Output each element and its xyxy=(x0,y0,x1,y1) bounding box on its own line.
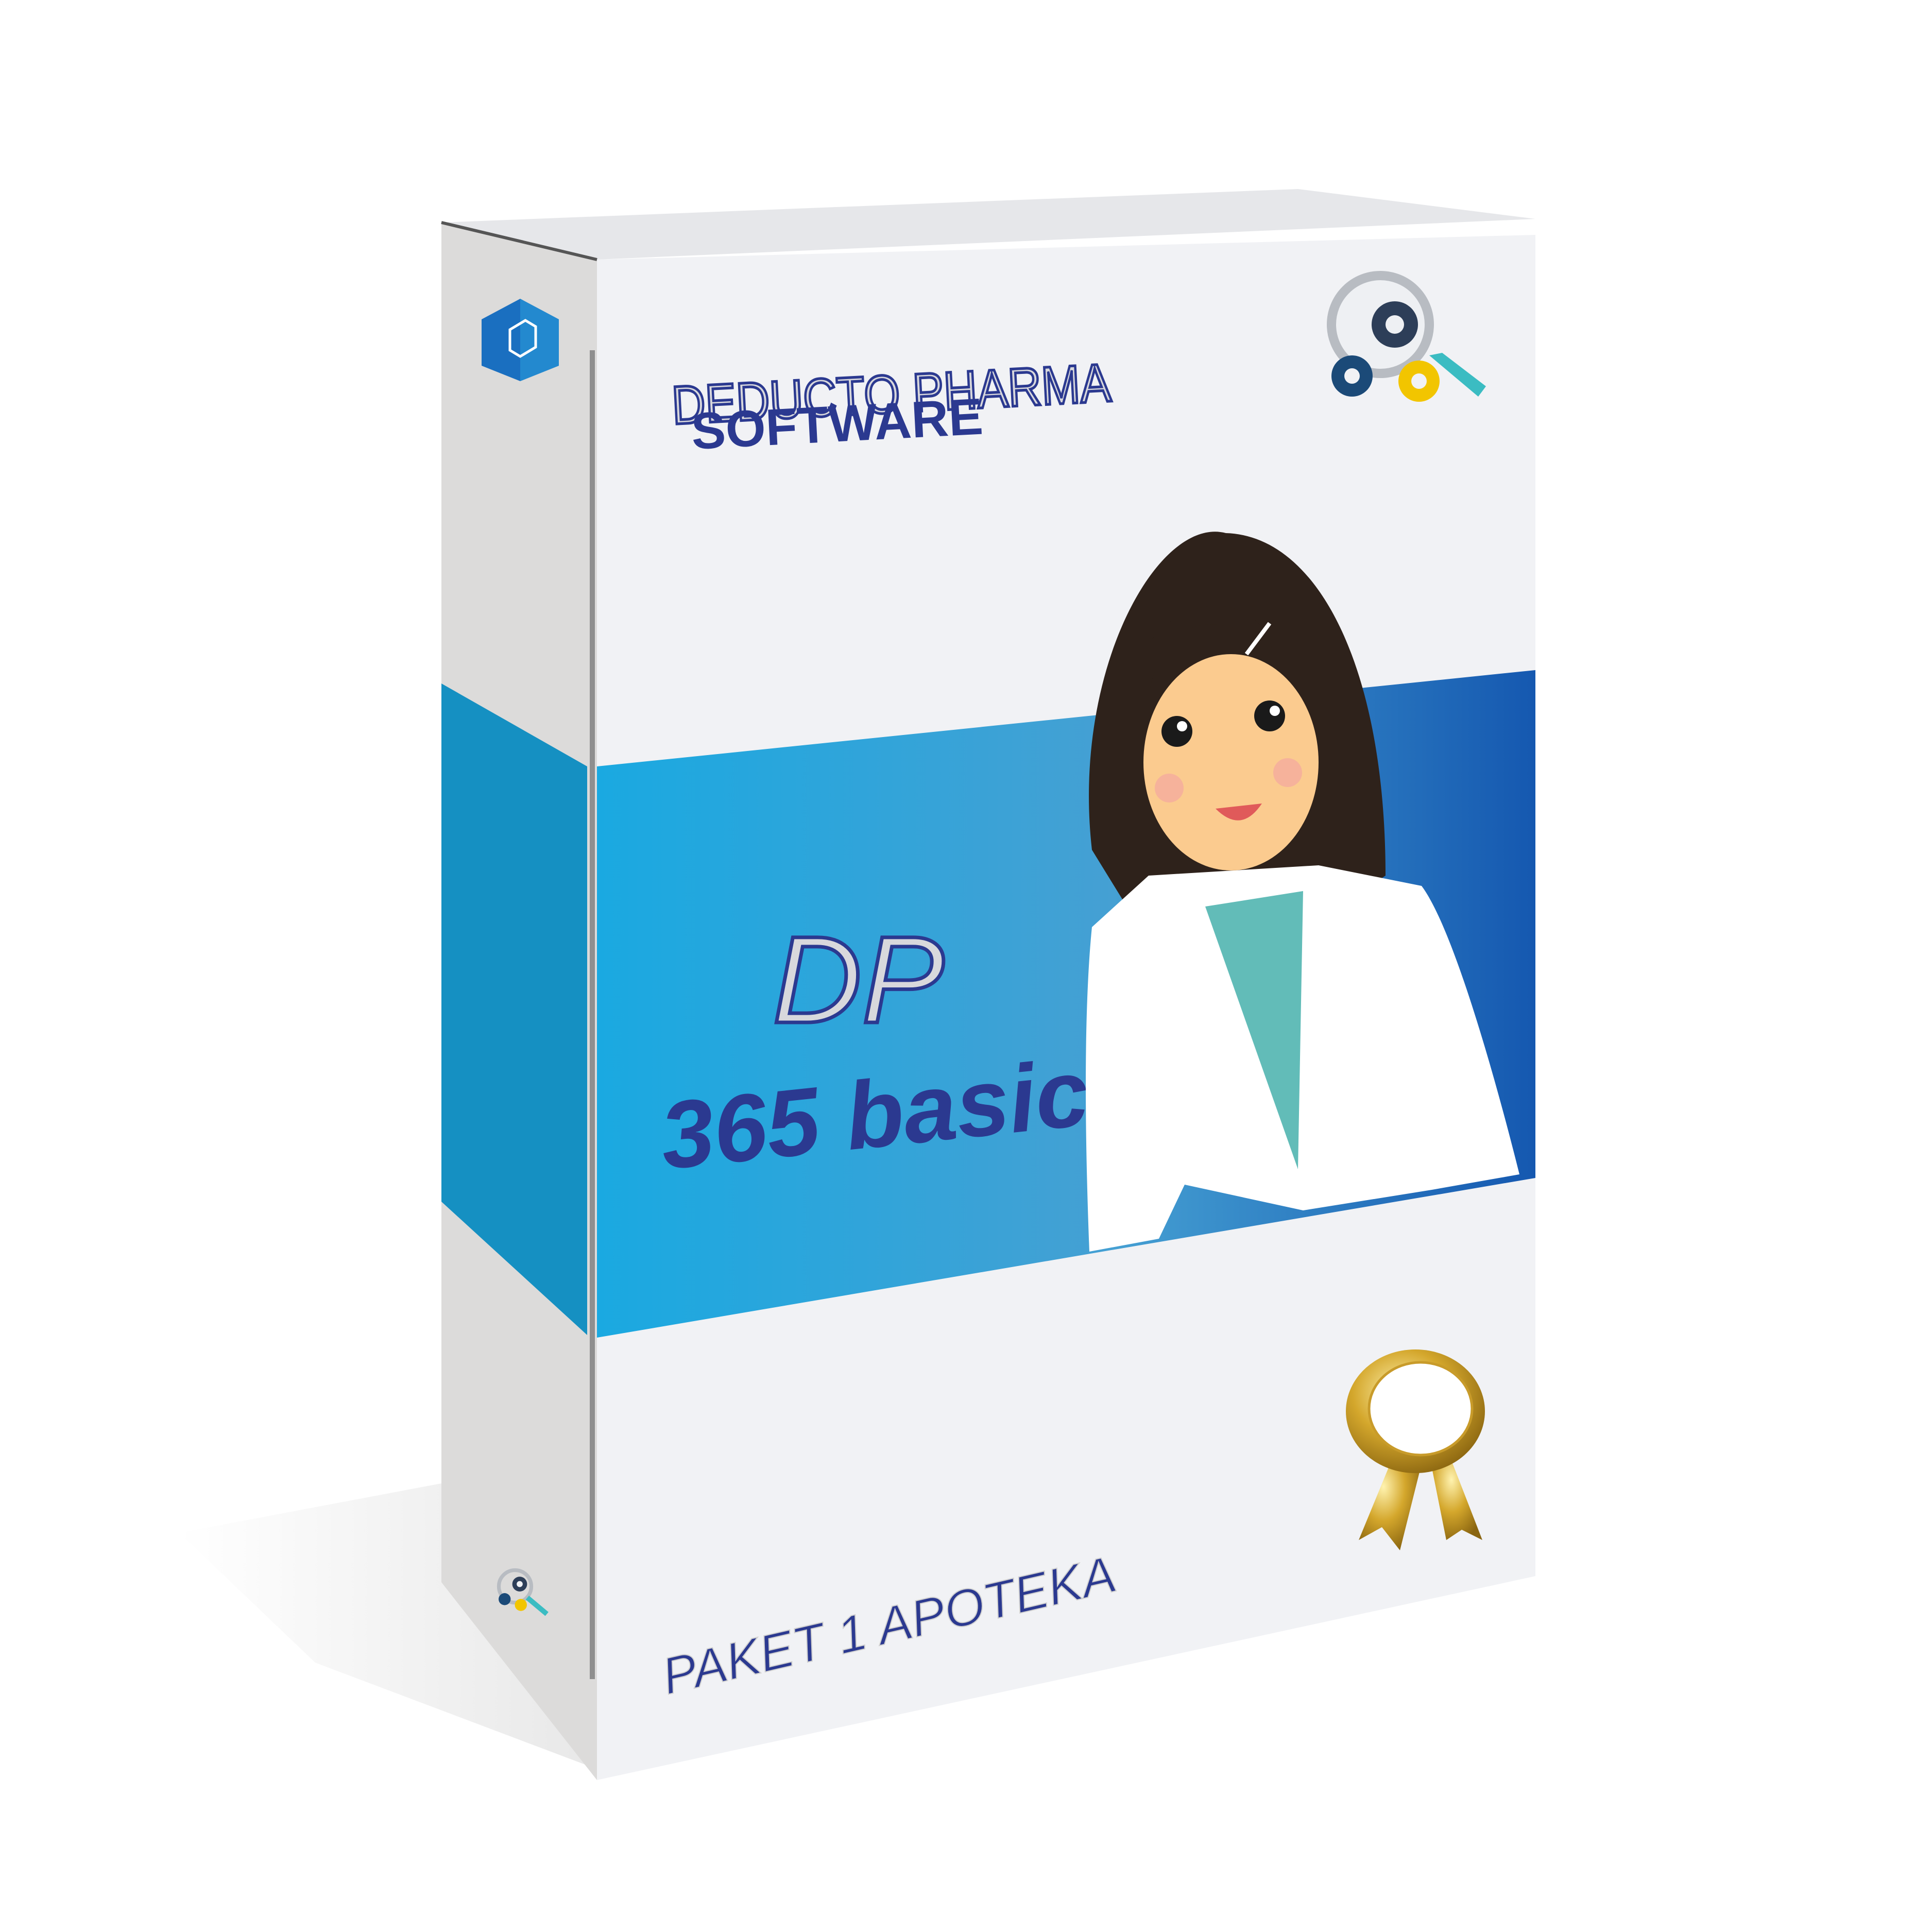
product-code: DP xyxy=(773,911,944,1049)
product-box-image: DEDUCTO PHARMA SOFTWARE DP 365 basic PAK… xyxy=(0,0,1932,1932)
box-illustration: DEDUCTO PHARMA SOFTWARE DP 365 basic PAK… xyxy=(179,189,1535,1780)
